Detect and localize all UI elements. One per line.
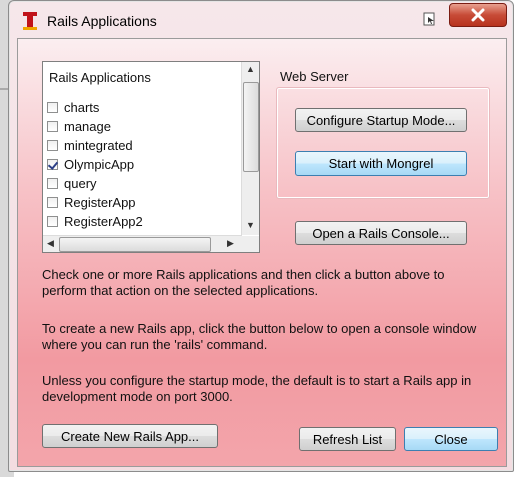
scroll-corner bbox=[242, 236, 259, 252]
list-item[interactable]: RegisterApp bbox=[47, 193, 143, 212]
dialog-client-area: Rails Applications charts manage mintegrat… bbox=[17, 38, 507, 467]
start-with-mongrel-button[interactable]: Start with Mongrel bbox=[295, 151, 467, 176]
list-item[interactable]: RegisterApp2 bbox=[47, 212, 143, 231]
app-checkbox[interactable] bbox=[47, 178, 58, 189]
app-checkbox[interactable] bbox=[47, 159, 58, 170]
app-name-label: query bbox=[64, 176, 97, 191]
app-name-label: manage bbox=[64, 119, 111, 134]
app-name-label: charts bbox=[64, 100, 100, 115]
instructions-paragraph-1: Check one or more Rails applications and… bbox=[42, 267, 445, 298]
app-logo-icon bbox=[23, 12, 37, 30]
vertical-scrollbar[interactable]: ▲ ▼ bbox=[241, 62, 259, 235]
scroll-down-icon[interactable]: ▼ bbox=[246, 220, 255, 230]
app-checkbox[interactable] bbox=[47, 216, 58, 227]
list-item[interactable]: charts bbox=[47, 98, 143, 117]
app-name-label: OlympicApp bbox=[64, 157, 135, 172]
list-item[interactable]: manage bbox=[47, 117, 143, 136]
app-name-label: mintegrated bbox=[64, 138, 133, 153]
instructions-paragraph-2: To create a new Rails app, click the but… bbox=[42, 321, 477, 352]
list-item[interactable]: mintegrated bbox=[47, 136, 143, 155]
web-server-group bbox=[276, 87, 490, 199]
open-rails-console-button[interactable]: Open a Rails Console... bbox=[295, 221, 467, 245]
configure-startup-mode-button[interactable]: Configure Startup Mode... bbox=[295, 108, 467, 132]
title-bar[interactable]: Rails Applications bbox=[9, 1, 513, 39]
vertical-scroll-thumb[interactable] bbox=[243, 82, 259, 172]
app-name-label: RegisterApp2 bbox=[64, 214, 143, 229]
help-icon[interactable] bbox=[422, 11, 438, 27]
app-name-label: RegisterApp bbox=[64, 195, 136, 210]
apps-listbox[interactable]: Rails Applications charts manage mintegrat… bbox=[42, 61, 260, 253]
app-checkbox[interactable] bbox=[47, 197, 58, 208]
horizontal-scroll-thumb[interactable] bbox=[59, 237, 211, 252]
scroll-up-icon[interactable]: ▲ bbox=[246, 64, 255, 74]
window-title: Rails Applications bbox=[47, 13, 157, 29]
scroll-left-icon[interactable]: ◀ bbox=[47, 238, 54, 249]
app-checkbox[interactable] bbox=[47, 121, 58, 132]
app-checkbox[interactable] bbox=[47, 140, 58, 151]
refresh-list-button[interactable]: Refresh List bbox=[299, 427, 396, 451]
horizontal-scrollbar[interactable]: ◀ ▶ bbox=[43, 235, 242, 252]
create-new-rails-app-button[interactable]: Create New Rails App... bbox=[42, 424, 218, 448]
list-items: charts manage mintegrated OlympicApp query Re… bbox=[47, 98, 143, 231]
close-window-button[interactable] bbox=[449, 3, 507, 27]
instructions-paragraph-3: Unless you configure the startup mode, t… bbox=[42, 373, 472, 404]
app-checkbox[interactable] bbox=[47, 102, 58, 113]
close-icon bbox=[471, 8, 485, 22]
list-item[interactable]: OlympicApp bbox=[47, 155, 143, 174]
scroll-right-icon[interactable]: ▶ bbox=[227, 238, 234, 249]
list-item[interactable]: query bbox=[47, 174, 143, 193]
list-header: Rails Applications bbox=[49, 70, 151, 85]
close-button[interactable]: Close bbox=[404, 427, 498, 451]
dialog-window: Rails Applications Rails Applications ch… bbox=[8, 0, 514, 472]
web-server-group-title: Web Server bbox=[280, 69, 349, 84]
